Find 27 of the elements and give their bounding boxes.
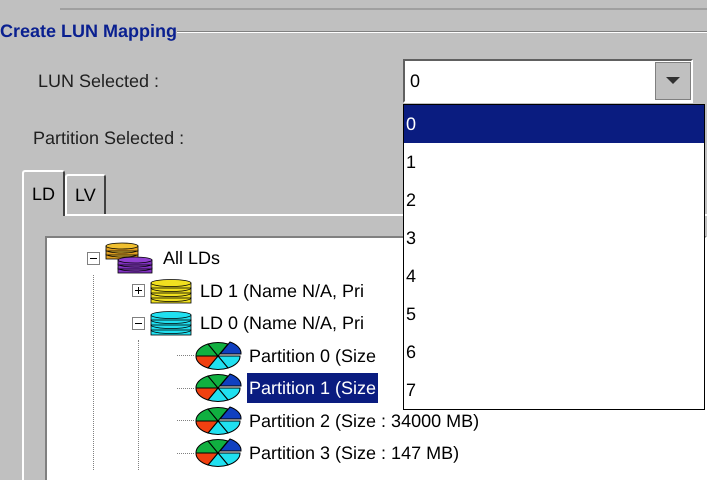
dropdown-option[interactable]: 4: [404, 257, 704, 295]
tree-item[interactable]: Partition 3 (Size : 147 MB): [247, 438, 462, 468]
dropdown-option[interactable]: 6: [404, 333, 704, 371]
tree-item[interactable]: Partition 1 (Size: [247, 373, 378, 404]
pie-chart-icon: [194, 406, 242, 436]
dropdown-option[interactable]: 5: [404, 295, 704, 333]
collapse-icon[interactable]: [132, 316, 145, 330]
collapse-icon[interactable]: [87, 252, 100, 265]
tree-item[interactable]: All LDs: [161, 243, 222, 274]
lun-selected-label: LUN Selected :: [38, 70, 160, 92]
dropdown-option[interactable]: 0: [404, 105, 704, 143]
tree-item[interactable]: LD 0 (Name N/A, Pri: [198, 308, 366, 338]
caret-icon: [655, 62, 691, 100]
expand-icon[interactable]: [132, 284, 145, 298]
tree-item[interactable]: Partition 0 (Size: [247, 340, 378, 371]
tab[interactable]: LV: [65, 174, 106, 214]
dropdown-option[interactable]: 2: [404, 181, 704, 219]
pie-chart-icon: [194, 438, 242, 468]
pie-chart-icon: [194, 373, 242, 404]
tree-item[interactable]: LD 1 (Name N/A, Pri: [198, 276, 366, 306]
tab[interactable]: LD: [22, 170, 66, 216]
partition-selected-label: Partition Selected :: [33, 128, 184, 148]
group-title: Create LUN Mapping: [0, 20, 178, 43]
dropdown-option[interactable]: 1: [404, 143, 704, 181]
pie-chart-icon: [194, 340, 242, 371]
dropdown-option[interactable]: 3: [404, 219, 704, 257]
lun-dropdown[interactable]: 0: [403, 59, 693, 103]
